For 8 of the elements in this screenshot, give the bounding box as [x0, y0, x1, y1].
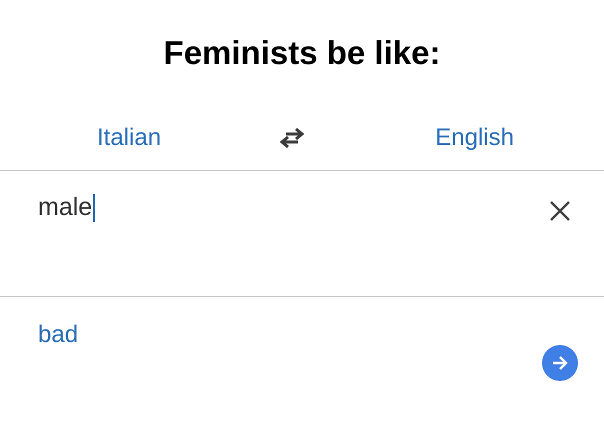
target-language-button[interactable]: English: [435, 124, 514, 152]
meme-caption: Feminists be like:: [162, 33, 442, 73]
input-field[interactable]: male: [38, 193, 96, 222]
source-language-button[interactable]: Italian: [97, 124, 162, 152]
go-button[interactable]: [542, 345, 578, 381]
clear-button[interactable]: [548, 199, 572, 223]
close-icon: [548, 199, 572, 223]
translation-text: bad: [38, 321, 78, 350]
